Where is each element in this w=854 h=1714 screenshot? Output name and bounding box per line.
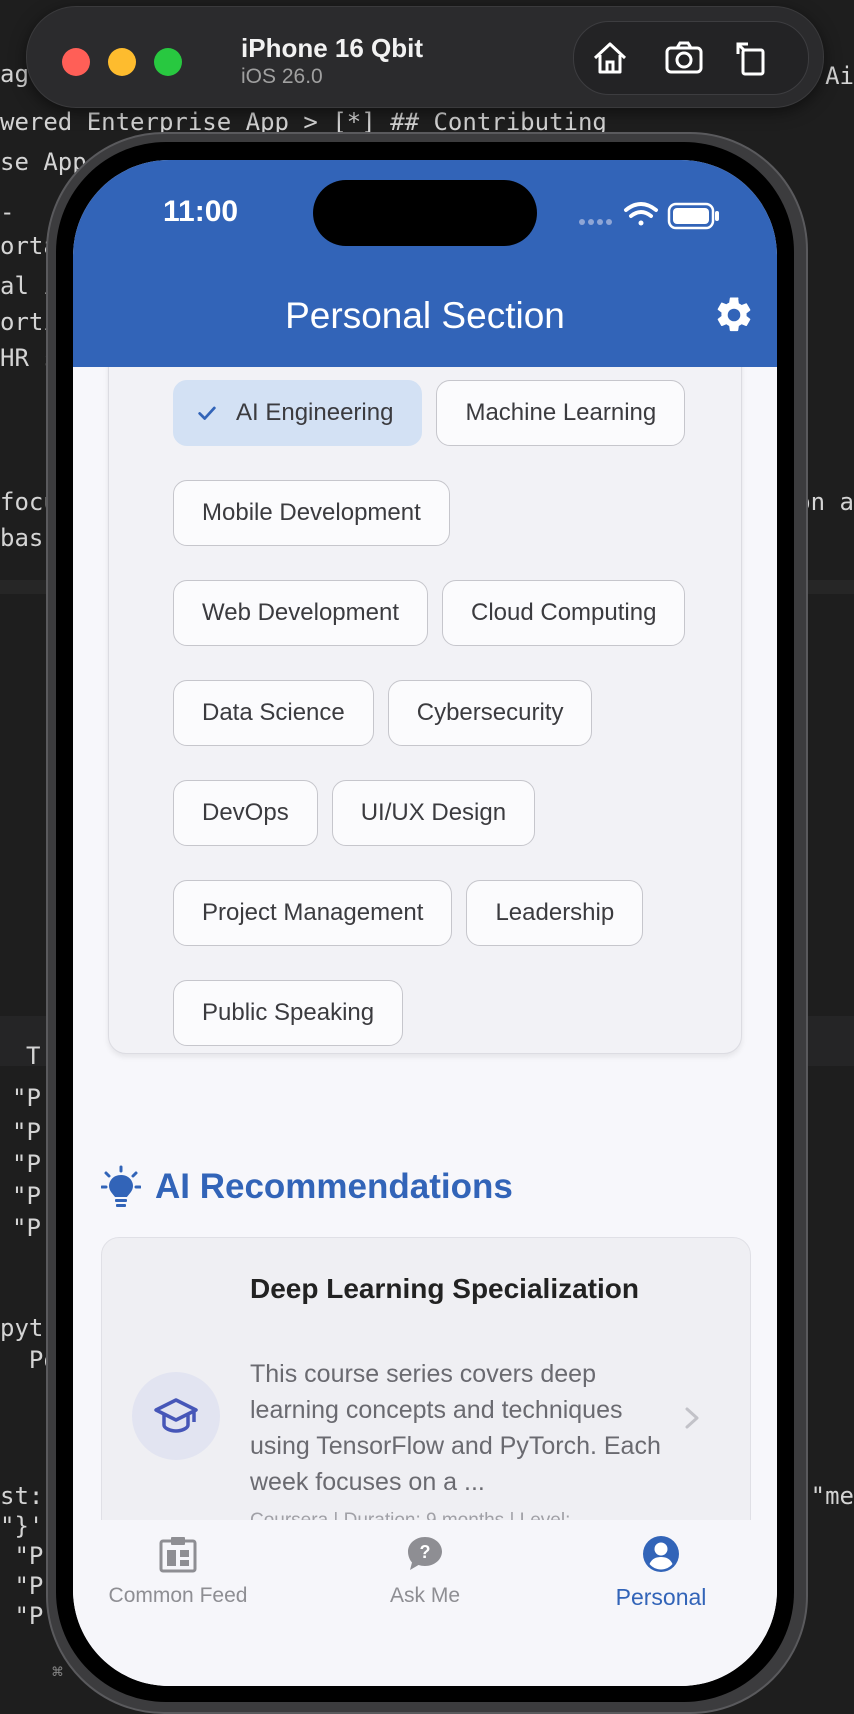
terminal-line: st: [0, 1482, 44, 1510]
question-bubble-icon: ? [408, 1537, 442, 1570]
tab-label: Personal [615, 1584, 707, 1610]
cellular-signal-icon [579, 219, 612, 225]
chip-machine-learning[interactable]: Machine Learning [436, 380, 686, 446]
chip-label: DevOps [202, 799, 289, 826]
chip-cybersecurity[interactable]: Cybersecurity [387, 680, 593, 746]
terminal-line: "P [12, 1084, 41, 1112]
terminal-line: "P [0, 1572, 44, 1600]
tab-bar: Common Feed ? Ask Me Personal [73, 1520, 777, 1686]
chip-cloud-computing[interactable]: Cloud Computing [442, 580, 686, 646]
checkmark-icon [198, 406, 216, 420]
chevron-right-icon [685, 1407, 699, 1429]
wifi-icon [624, 202, 658, 226]
chip-web-development[interactable]: Web Development [173, 580, 428, 646]
rotate-icon[interactable] [732, 38, 772, 78]
chip-row: DevOps UI/UX Design [173, 780, 753, 848]
recommendation-card[interactable]: Deep Learning Specialization This course… [101, 1237, 751, 1520]
phone-screen: 11:00 Personal Section AI Engineering Ma… [73, 160, 777, 1686]
skill-chips: AI Engineering Machine Learning Mobile D… [173, 380, 753, 1080]
chip-row: Web Development Cloud Computing [173, 580, 753, 648]
editor-line: bas [0, 524, 44, 552]
terminal-line: pyt [0, 1314, 44, 1342]
chip-row: Mobile Development [173, 480, 753, 548]
terminal-line: "P [12, 1182, 41, 1210]
chip-label: Data Science [202, 699, 345, 726]
terminal-line: "P [12, 1118, 41, 1146]
tab-common-feed[interactable]: Common Feed [78, 1534, 278, 1624]
keyboard-shortcut-hint: ⌘ [52, 1662, 63, 1683]
editor-line: - [0, 198, 15, 226]
home-icon[interactable] [590, 38, 630, 78]
chip-public-speaking[interactable]: Public Speaking [173, 980, 404, 1046]
status-time: 11:00 [163, 195, 239, 228]
screenshot-icon[interactable] [664, 38, 704, 78]
chip-row: AI Engineering Machine Learning [173, 380, 753, 448]
os-version: iOS 26.0 [241, 65, 323, 88]
person-icon [643, 1536, 679, 1572]
status-icons [578, 196, 728, 236]
recommendations-title: AI Recommendations [155, 1167, 513, 1206]
simulator-toolbar [573, 21, 809, 95]
dynamic-island [313, 180, 537, 246]
terminal-line: "P [12, 1214, 41, 1242]
recommendations-header: AI Recommendations [101, 1162, 513, 1212]
chip-devops[interactable]: DevOps [173, 780, 318, 846]
chip-row: Public Speaking [173, 980, 753, 1048]
tab-label: Ask Me [389, 1584, 460, 1607]
battery-icon [667, 202, 719, 230]
tab-ask-me[interactable]: ? Ask Me [325, 1534, 525, 1624]
chip-label: Web Development [202, 599, 399, 626]
chip-label: AI Engineering [236, 399, 394, 426]
close-window-button[interactable] [62, 48, 90, 76]
chip-ai-engineering[interactable]: AI Engineering [173, 380, 423, 446]
feed-icon [159, 1537, 197, 1573]
terminal-line: "P [0, 1602, 44, 1630]
chip-label: Cloud Computing [471, 599, 657, 626]
tab-label: Common Feed [108, 1584, 248, 1607]
chip-label: Cybersecurity [416, 699, 564, 726]
chip-data-science[interactable]: Data Science [173, 680, 374, 746]
chip-label: UI/UX Design [360, 799, 507, 826]
recommendation-title: Deep Learning Specialization [250, 1273, 639, 1304]
page-title: Personal Section [285, 295, 565, 336]
gear-icon[interactable] [713, 294, 755, 336]
device-name: iPhone 16 Qbit [241, 33, 424, 63]
terminal-line: "}' [0, 1512, 44, 1540]
chip-label: Mobile Development [202, 499, 421, 526]
chip-leadership[interactable]: Leadership [466, 880, 644, 946]
editor-right-tab: Ai [825, 62, 854, 90]
chip-row: Data Science Cybersecurity [173, 680, 753, 748]
simulator-titlebar: iPhone 16 Qbit iOS 26.0 [26, 6, 824, 108]
svg-text:?: ? [420, 1542, 431, 1562]
chip-ui-ux-design[interactable]: UI/UX Design [331, 780, 536, 846]
scroll-content[interactable]: AI Engineering Machine Learning Mobile D… [73, 367, 777, 1520]
chip-mobile-development[interactable]: Mobile Development [173, 480, 450, 546]
tab-personal[interactable]: Personal [561, 1534, 761, 1624]
terminal-line: "P [12, 1150, 41, 1178]
minimize-window-button[interactable] [108, 48, 136, 76]
chip-row: Project Management Leadership [173, 880, 753, 948]
recommendation-description: This course series covers deep learning … [250, 1360, 661, 1496]
chip-label: Project Management [202, 899, 424, 926]
lightbulb-icon [101, 1165, 141, 1207]
chip-project-management[interactable]: Project Management [173, 880, 453, 946]
app-header: 11:00 Personal Section [73, 160, 777, 367]
terminal-tab: T [26, 1042, 41, 1070]
chip-label: Public Speaking [202, 999, 375, 1026]
terminal-line: "P [0, 1542, 44, 1570]
recommendation-meta: Coursera | Duration: 9 months | Level: [250, 1510, 680, 1520]
zoom-window-button[interactable] [154, 48, 182, 76]
chip-label: Machine Learning [465, 399, 657, 426]
chip-label: Leadership [495, 899, 615, 926]
graduation-cap-icon [132, 1372, 220, 1460]
skills-card: AI Engineering Machine Learning Mobile D… [108, 367, 742, 1054]
